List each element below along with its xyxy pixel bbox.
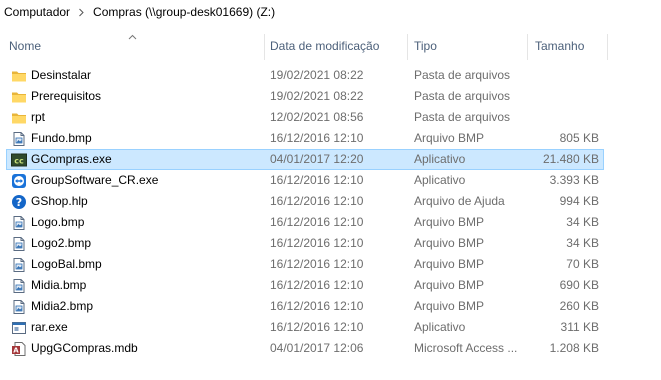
column-header-size[interactable]: Tamanho xyxy=(535,30,584,62)
file-size: 311 KB xyxy=(560,320,599,334)
file-row[interactable]: Midia.bmp 16/12/2016 12:10 Arquivo BMP 690 … xyxy=(6,275,604,296)
file-name: LogoBal.bmp xyxy=(31,257,102,271)
file-row[interactable]: rar.exe 16/12/2016 12:10 Aplicativo 311 KB xyxy=(6,317,604,338)
chevron-right-icon[interactable] xyxy=(70,8,93,17)
breadcrumb-item-drive[interactable]: Compras (\\group-desk01669) (Z:) xyxy=(93,5,275,19)
file-type: Arquivo BMP xyxy=(414,131,485,145)
file-size: 1.208 KB xyxy=(549,341,599,355)
file-type: Pasta de arquivos xyxy=(414,89,511,103)
file-row[interactable]: LogoBal.bmp 16/12/2016 12:10 Arquivo BMP 70… xyxy=(6,254,604,275)
image-file-icon xyxy=(11,215,27,231)
image-file-icon xyxy=(11,236,27,252)
file-type: Arquivo BMP xyxy=(414,257,485,271)
svg-text:cc: cc xyxy=(14,156,24,165)
file-name: GShop.hlp xyxy=(31,194,88,208)
file-row[interactable]: Prerequisitos 19/02/2021 08:22 Pasta de ar… xyxy=(6,86,604,107)
column-divider[interactable] xyxy=(527,34,528,60)
file-date-modified: 04/01/2017 12:20 xyxy=(270,152,364,166)
file-name: Prerequisitos xyxy=(31,89,102,103)
file-size: 3.393 KB xyxy=(549,173,599,187)
file-type: Aplicativo xyxy=(414,320,466,334)
file-size: 260 KB xyxy=(559,299,599,313)
column-header-name[interactable]: Nome xyxy=(9,30,41,62)
file-size: 21.480 KB xyxy=(542,152,599,166)
breadcrumb-item-computer[interactable]: Computador xyxy=(0,5,70,19)
file-row[interactable]: ? GShop.hlp 16/12/2016 12:10 Arquivo de Aju… xyxy=(6,191,604,212)
sort-ascending-icon xyxy=(128,29,137,43)
file-date-modified: 16/12/2016 12:10 xyxy=(270,236,364,250)
file-type: Arquivo de Ajuda xyxy=(414,194,505,208)
file-date-modified: 04/01/2017 12:06 xyxy=(270,341,364,355)
svg-text:A: A xyxy=(13,347,19,355)
file-name: rpt xyxy=(31,110,46,124)
file-date-modified: 16/12/2016 12:10 xyxy=(270,194,364,208)
image-file-icon xyxy=(11,299,27,315)
file-name: Midia.bmp xyxy=(31,278,87,292)
file-name: GroupSoftware_CR.exe xyxy=(31,173,159,187)
column-divider[interactable] xyxy=(407,34,408,60)
file-name: UpgGCompras.mdb xyxy=(31,341,138,355)
file-size: 34 KB xyxy=(566,236,599,250)
column-divider[interactable] xyxy=(264,34,265,60)
folder-icon xyxy=(11,89,27,105)
breadcrumb: Computador Compras (\\group-desk01669) (… xyxy=(0,0,661,24)
image-file-icon xyxy=(11,131,27,147)
file-date-modified: 16/12/2016 12:10 xyxy=(270,299,364,313)
gcompras-app-icon: cc xyxy=(11,152,27,168)
column-header-date[interactable]: Data de modificação xyxy=(270,30,379,62)
file-row[interactable]: A UpgGCompras.mdb 04/01/2017 12:06 Microsof… xyxy=(6,338,604,359)
file-row[interactable]: cc GCompras.exe 04/01/2017 12:20 Aplicativo… xyxy=(6,149,604,170)
file-type: Pasta de arquivos xyxy=(414,68,511,82)
svg-text:?: ? xyxy=(16,196,22,209)
image-file-icon xyxy=(11,257,27,273)
file-type: Arquivo BMP xyxy=(414,278,485,292)
file-size: 34 KB xyxy=(566,215,599,229)
access-db-icon: A xyxy=(11,341,27,357)
file-row[interactable]: Desinstalar 19/02/2021 08:22 Pasta de arqu… xyxy=(6,65,604,86)
file-date-modified: 19/02/2021 08:22 xyxy=(270,89,364,103)
image-file-icon xyxy=(11,278,27,294)
file-name: Desinstalar xyxy=(31,68,92,82)
file-size: 690 KB xyxy=(559,278,599,292)
file-type: Aplicativo xyxy=(414,152,466,166)
file-type: Microsoft Access ... xyxy=(414,341,518,355)
file-type: Aplicativo xyxy=(414,173,466,187)
help-file-icon: ? xyxy=(11,194,27,210)
file-size: 70 KB xyxy=(566,257,599,271)
teamviewer-app-icon xyxy=(11,173,27,189)
file-size: 805 KB xyxy=(559,131,599,145)
file-date-modified: 12/02/2021 08:56 xyxy=(270,110,364,124)
file-type: Pasta de arquivos xyxy=(414,110,511,124)
file-type: Arquivo BMP xyxy=(414,215,485,229)
file-date-modified: 16/12/2016 12:10 xyxy=(270,173,364,187)
file-name: GCompras.exe xyxy=(31,152,112,166)
file-row[interactable]: rpt 12/02/2021 08:56 Pasta de arquivos xyxy=(6,107,604,128)
file-name: Fundo.bmp xyxy=(31,131,92,145)
file-size: 994 KB xyxy=(559,194,599,208)
exe-file-icon xyxy=(11,320,27,336)
file-row[interactable]: GroupSoftware_CR.exe 16/12/2016 12:10 Apli… xyxy=(6,170,604,191)
file-name: Midia2.bmp xyxy=(31,299,94,313)
folder-icon xyxy=(11,68,27,84)
file-name: Logo2.bmp xyxy=(31,236,92,250)
file-name: rar.exe xyxy=(31,320,68,334)
column-divider[interactable] xyxy=(607,34,608,60)
file-type: Arquivo BMP xyxy=(414,236,485,250)
column-header-row: Nome Data de modificação Tipo Tamanho xyxy=(0,30,661,62)
file-row[interactable]: Logo.bmp 16/12/2016 12:10 Arquivo BMP 34 KB xyxy=(6,212,604,233)
file-date-modified: 16/12/2016 12:10 xyxy=(270,278,364,292)
file-date-modified: 16/12/2016 12:10 xyxy=(270,320,364,334)
file-row[interactable]: Logo2.bmp 16/12/2016 12:10 Arquivo BMP 34 K… xyxy=(6,233,604,254)
file-row[interactable]: Midia2.bmp 16/12/2016 12:10 Arquivo BMP 260… xyxy=(6,296,604,317)
file-date-modified: 16/12/2016 12:10 xyxy=(270,257,364,271)
file-date-modified: 16/12/2016 12:10 xyxy=(270,215,364,229)
file-type: Arquivo BMP xyxy=(414,299,485,313)
column-header-type[interactable]: Tipo xyxy=(414,30,437,62)
folder-icon xyxy=(11,110,27,126)
file-name: Logo.bmp xyxy=(31,215,85,229)
file-row[interactable]: Fundo.bmp 16/12/2016 12:10 Arquivo BMP 805 … xyxy=(6,128,604,149)
file-date-modified: 19/02/2021 08:22 xyxy=(270,68,364,82)
file-date-modified: 16/12/2016 12:10 xyxy=(270,131,364,145)
